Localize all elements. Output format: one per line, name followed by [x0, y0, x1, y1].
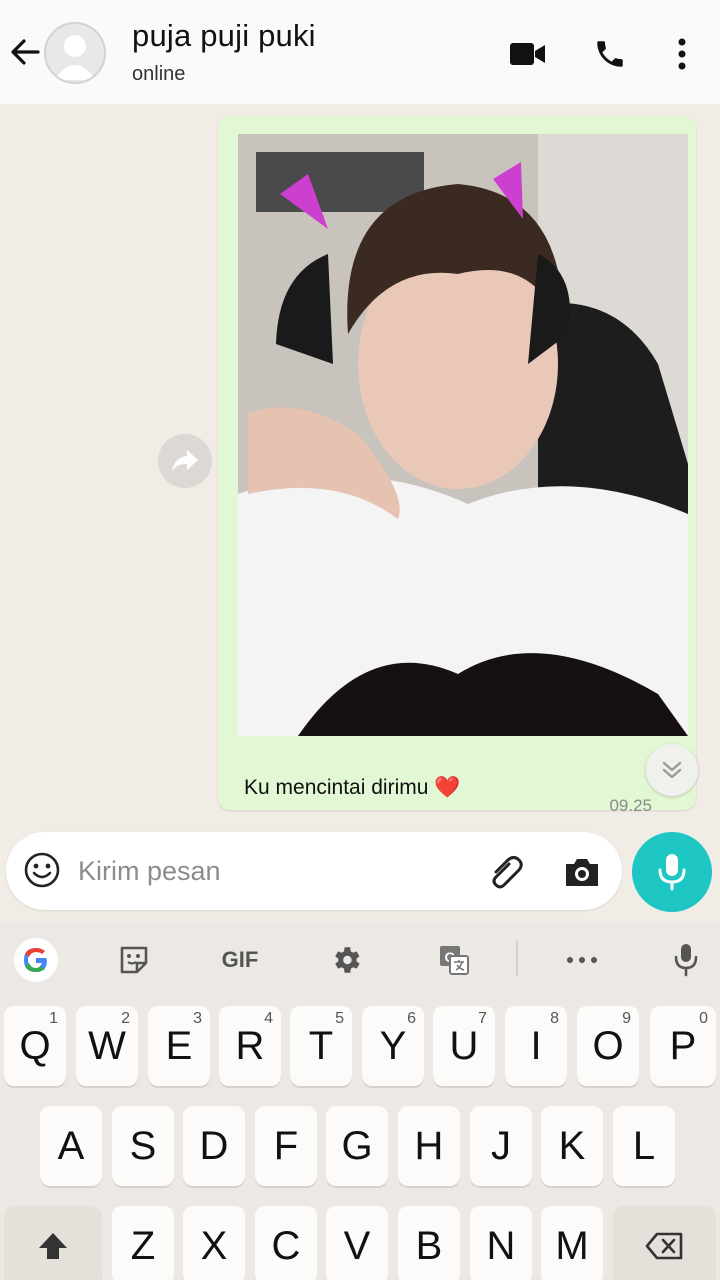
message-caption: Ku mencintai dirimu ❤️	[244, 776, 461, 799]
key-e[interactable]: E3	[148, 1006, 210, 1086]
key-r[interactable]: R4	[219, 1006, 281, 1086]
message-bubble[interactable]: Ku mencintai dirimu ❤️ 09.25	[218, 116, 696, 815]
camera-icon[interactable]	[560, 850, 604, 894]
attach-icon[interactable]	[484, 850, 528, 894]
mic-icon	[658, 854, 686, 891]
avatar[interactable]	[44, 22, 106, 84]
key-i[interactable]: I8	[505, 1006, 567, 1086]
gif-button[interactable]: GIF	[212, 936, 268, 984]
contact-status: online	[132, 63, 186, 85]
key-l[interactable]: L	[613, 1106, 675, 1186]
key-x[interactable]: X	[183, 1206, 245, 1280]
keyboard-toolbar: GIF G	[0, 922, 720, 998]
message-photo[interactable]	[238, 134, 688, 736]
key-a[interactable]: A	[40, 1106, 102, 1186]
key-g[interactable]: G	[326, 1106, 388, 1186]
emoji-icon[interactable]	[22, 850, 62, 890]
voice-typing-icon[interactable]	[660, 936, 712, 984]
contact-name[interactable]: puja puji puki	[132, 18, 316, 54]
chat-area[interactable]: Ku mencintai dirimu ❤️ 09.25	[0, 104, 720, 824]
key-v[interactable]: V	[326, 1206, 388, 1280]
key-u[interactable]: U7	[433, 1006, 495, 1086]
backspace-icon	[645, 1232, 682, 1260]
key-k[interactable]: K	[541, 1106, 603, 1186]
key-w[interactable]: W2	[76, 1006, 138, 1086]
shift-key[interactable]	[4, 1206, 102, 1280]
key-o[interactable]: O9	[577, 1006, 639, 1086]
key-y[interactable]: Y6	[362, 1006, 424, 1086]
chat-header: puja puji puki online	[0, 0, 720, 104]
more-dots-icon[interactable]	[556, 936, 608, 984]
message-time: 09.25	[609, 796, 652, 815]
backspace-key[interactable]	[613, 1206, 716, 1280]
key-z[interactable]: Z	[112, 1206, 174, 1280]
key-j[interactable]: J	[470, 1106, 532, 1186]
key-s[interactable]: S	[112, 1106, 174, 1186]
message-input[interactable]	[78, 851, 458, 891]
sticker-icon[interactable]	[108, 936, 160, 984]
key-d[interactable]: D	[183, 1106, 245, 1186]
settings-gear-icon[interactable]	[320, 936, 372, 984]
key-m[interactable]: M	[541, 1206, 603, 1280]
video-call-icon[interactable]	[506, 32, 550, 76]
key-h[interactable]: H	[398, 1106, 460, 1186]
key-c[interactable]: C	[255, 1206, 317, 1280]
shift-icon	[39, 1233, 67, 1259]
key-b[interactable]: B	[398, 1206, 460, 1280]
scroll-down-icon[interactable]	[646, 744, 698, 796]
google-icon[interactable]	[10, 936, 62, 984]
forward-icon[interactable]	[158, 434, 212, 488]
back-arrow-icon[interactable]	[6, 28, 46, 76]
key-q[interactable]: Q1	[4, 1006, 66, 1086]
translate-icon[interactable]: G	[428, 936, 480, 984]
keyboard: GIF G Q1 W2 E3 R4 T5 Y6 U7 I8 O9 P0 A S …	[0, 922, 720, 1280]
toolbar-divider	[516, 940, 518, 976]
phone-icon[interactable]	[588, 32, 632, 76]
more-icon[interactable]	[660, 32, 704, 76]
voice-record-button[interactable]	[632, 832, 712, 912]
key-f[interactable]: F	[255, 1106, 317, 1186]
key-t[interactable]: T5	[290, 1006, 352, 1086]
key-n[interactable]: N	[470, 1206, 532, 1280]
message-composer	[6, 832, 622, 910]
key-p[interactable]: P0	[650, 1006, 716, 1086]
